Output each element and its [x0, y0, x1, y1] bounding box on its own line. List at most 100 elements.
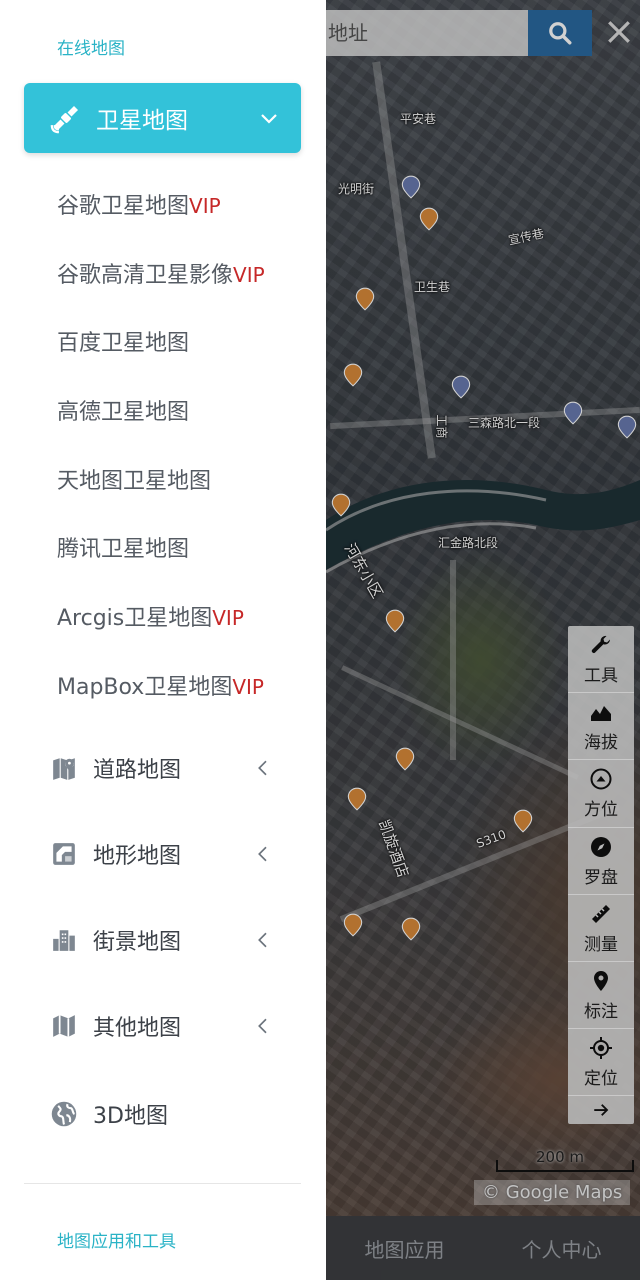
section-title-map-apps-tools: 地图应用和工具	[57, 1232, 176, 1252]
submenu-item-baidu-satellite[interactable]: 百度卫星地图	[57, 325, 189, 357]
submenu-item-tianditu-satellite[interactable]: 天地图卫星地图	[57, 463, 211, 495]
submenu-label: Arcgis卫星地图	[57, 606, 213, 631]
submenu-item-arcgis-satellite[interactable]: Arcgis卫星地图VIP	[57, 600, 244, 632]
tool-label: 标注	[584, 1002, 618, 1023]
map-pin-icon[interactable]	[510, 808, 536, 834]
map-pin-icon[interactable]	[392, 746, 418, 772]
compass-icon	[588, 834, 614, 860]
menu-item-other-maps[interactable]: 其他地图	[50, 1004, 300, 1048]
vip-badge: VIP	[189, 194, 221, 218]
tool-button-compass[interactable]: 罗盘	[568, 828, 634, 895]
toolbar-collapse-button[interactable]	[568, 1096, 634, 1124]
map-label: 汇金路北段	[438, 536, 499, 550]
map-pin-icon[interactable]	[340, 362, 366, 388]
map-pin-icon[interactable]	[448, 374, 474, 400]
menu-item-3d-map[interactable]: 3D地图	[50, 1092, 300, 1136]
map-label: 平安巷	[400, 112, 437, 126]
map-pin-icon[interactable]	[328, 492, 354, 518]
menu-item-label: 3D地图	[93, 1104, 168, 1129]
map-label: S310	[474, 827, 509, 851]
submenu-label: 谷歌卫星地图	[57, 194, 190, 219]
section-title-online-maps: 在线地图	[57, 39, 125, 59]
map-pin-icon[interactable]	[352, 286, 378, 312]
wrench-icon	[588, 632, 614, 658]
search-button[interactable]	[528, 10, 592, 56]
tool-label: 海拔	[584, 733, 618, 754]
crosshair-icon	[588, 1035, 614, 1061]
tool-button-elevation[interactable]: 海拔	[568, 693, 634, 761]
tab-map-apps[interactable]: 地图应用	[326, 1234, 483, 1263]
scale-label: 200 m	[536, 1148, 585, 1166]
map-attribution: © Google Maps	[474, 1180, 631, 1205]
ruler-icon	[588, 901, 614, 927]
chevron-down-icon	[261, 114, 277, 124]
tool-label: 工具	[584, 666, 618, 687]
globe-icon	[50, 1100, 78, 1128]
tool-button-locate[interactable]: 定位	[568, 1029, 634, 1097]
menu-item-street-view-map[interactable]: 街景地图	[50, 918, 300, 962]
map-pin-icon[interactable]	[416, 206, 442, 232]
tool-button-measure[interactable]: 测量	[568, 895, 634, 962]
map-pin-icon[interactable]	[340, 912, 366, 938]
submenu-item-tencent-satellite[interactable]: 腾讯卫星地图	[57, 531, 189, 563]
drawer-divider	[24, 1183, 301, 1184]
search-icon	[549, 22, 572, 45]
orientation-icon	[588, 766, 614, 792]
submenu-item-mapbox-satellite[interactable]: MapBox卫星地图VIP	[57, 669, 264, 701]
map-pin-icon[interactable]	[614, 414, 640, 440]
menu-item-road-map[interactable]: 道路地图	[50, 746, 300, 790]
close-button[interactable]	[604, 12, 634, 52]
chevron-left-icon	[258, 932, 267, 948]
tool-button-orientation[interactable]: 方位	[568, 760, 634, 828]
bottom-tab-bar: 地图应用 个人中心	[326, 1216, 640, 1280]
submenu-label: 天地图卫星地图	[57, 469, 212, 494]
submenu-item-google-satellite[interactable]: 谷歌卫星地图VIP	[57, 188, 221, 220]
menu-item-label: 街景地图	[93, 930, 182, 955]
map-label: 光明街	[338, 182, 375, 196]
map-pin-icon[interactable]	[560, 400, 586, 426]
menu-item-label: 其他地图	[93, 1016, 182, 1041]
map-pin-icon[interactable]	[398, 916, 424, 942]
menu-item-label: 地形地图	[93, 844, 182, 869]
map-scale: 200 m	[496, 1148, 634, 1172]
elevation-icon	[588, 699, 614, 725]
vip-badge: VIP	[233, 263, 265, 287]
close-icon	[608, 21, 630, 43]
tab-profile[interactable]: 个人中心	[483, 1234, 640, 1263]
map-label: 卫生巷	[414, 280, 451, 294]
search-input[interactable]	[310, 10, 528, 56]
map-label: 三森路北一段	[468, 416, 541, 430]
road	[341, 665, 579, 780]
map-pin-icon[interactable]	[382, 608, 408, 634]
map-pin-icon[interactable]	[344, 786, 370, 812]
chevron-left-icon	[258, 1018, 267, 1034]
arrow-right-icon	[588, 1097, 614, 1123]
submenu-label: 谷歌高清卫星影像	[57, 263, 234, 288]
tool-label: 罗盘	[584, 867, 618, 888]
submenu-label: 百度卫星地图	[57, 331, 190, 356]
submenu-label: MapBox卫星地图	[57, 675, 233, 700]
vip-badge: VIP	[212, 606, 244, 630]
side-drawer: 在线地图 卫星地图 谷歌卫星地图VIP 谷歌高清卫星影像VIP 百度卫星地图 高…	[0, 0, 326, 1280]
map-label: 宣传巷	[507, 226, 546, 248]
folded-map-icon	[50, 1012, 78, 1040]
menu-item-label: 道路地图	[93, 758, 182, 783]
tool-button-tools[interactable]: 工具	[568, 626, 634, 694]
map-pin-icon[interactable]	[398, 174, 424, 200]
menu-item-satellite-map[interactable]: 卫星地图	[24, 83, 301, 153]
tool-label: 方位	[584, 800, 618, 821]
terrain-map-icon	[50, 840, 78, 868]
map-label: 凯旋酒店	[374, 817, 413, 880]
tool-label: 测量	[584, 934, 618, 955]
tool-button-mark[interactable]: 标注	[568, 962, 634, 1030]
submenu-item-amap-satellite[interactable]: 高德卫星地图	[57, 394, 189, 426]
menu-item-label: 卫星地图	[96, 108, 188, 134]
vip-badge: VIP	[232, 675, 264, 699]
chevron-left-icon	[258, 760, 267, 776]
submenu-item-google-hd-satellite[interactable]: 谷歌高清卫星影像VIP	[57, 257, 265, 289]
map-toolbar: 工具 海拔 方位 罗盘 测量 标注 定位	[568, 626, 634, 1124]
road	[450, 560, 456, 760]
map-label: 工商	[434, 414, 449, 439]
location-pin-icon	[588, 968, 614, 994]
menu-item-terrain-map[interactable]: 地形地图	[50, 832, 300, 876]
